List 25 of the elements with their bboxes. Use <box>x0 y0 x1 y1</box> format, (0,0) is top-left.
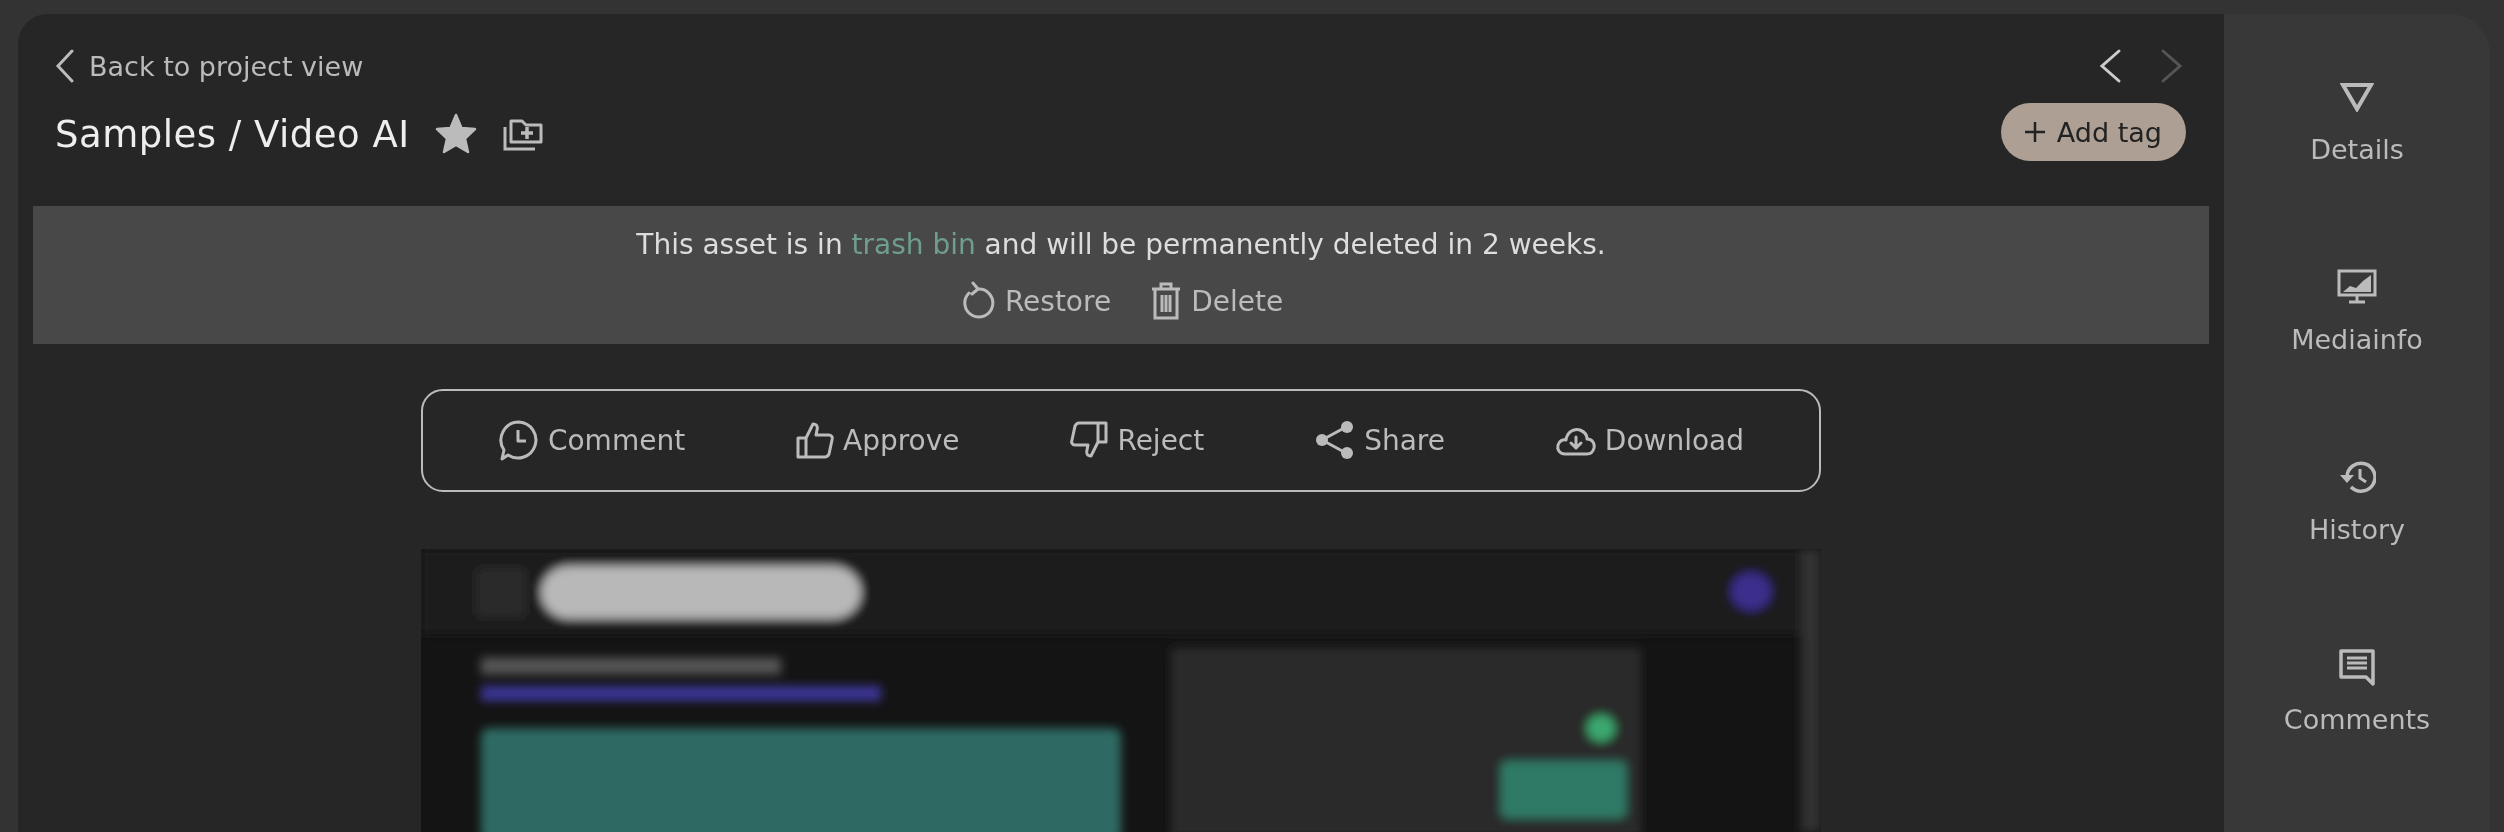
reject-button[interactable]: Reject <box>1065 416 1209 465</box>
comment-button[interactable]: Comment <box>493 415 690 466</box>
history-icon <box>2338 460 2376 494</box>
restore-button[interactable]: Restore <box>958 281 1112 322</box>
sidebar-tab[interactable]: Comments <box>2242 646 2472 772</box>
sidebar-tab[interactable]: Details <box>2242 76 2472 202</box>
back-link[interactable]: Back to project view <box>55 40 544 92</box>
plus-icon <box>2022 120 2047 144</box>
chevron-left-icon <box>55 49 75 83</box>
previous-icon[interactable] <box>2098 48 2122 84</box>
page-title: Samples / Video AI <box>55 112 410 156</box>
download-button[interactable]: Download <box>1550 419 1749 462</box>
delete-button[interactable]: Delete <box>1149 281 1284 322</box>
monitor-chart-icon <box>2337 269 2377 305</box>
approve-button[interactable]: Approve <box>791 416 964 465</box>
sidebar-tab[interactable]: Mediainfo <box>2242 266 2472 392</box>
thumbs-up-icon <box>795 420 835 461</box>
sidebar-tab[interactable]: History <box>2242 456 2472 582</box>
comment-icon <box>497 419 540 462</box>
add-tag-button[interactable]: Add tag <box>2000 103 2186 161</box>
triangle-icon <box>2340 82 2374 112</box>
share-button[interactable]: Share <box>1310 416 1449 465</box>
star-icon[interactable] <box>433 113 478 155</box>
trash-message: This asset is in trash bin and will be permanently deleted in 2 weeks. <box>636 228 1606 262</box>
message-icon <box>2338 648 2376 686</box>
